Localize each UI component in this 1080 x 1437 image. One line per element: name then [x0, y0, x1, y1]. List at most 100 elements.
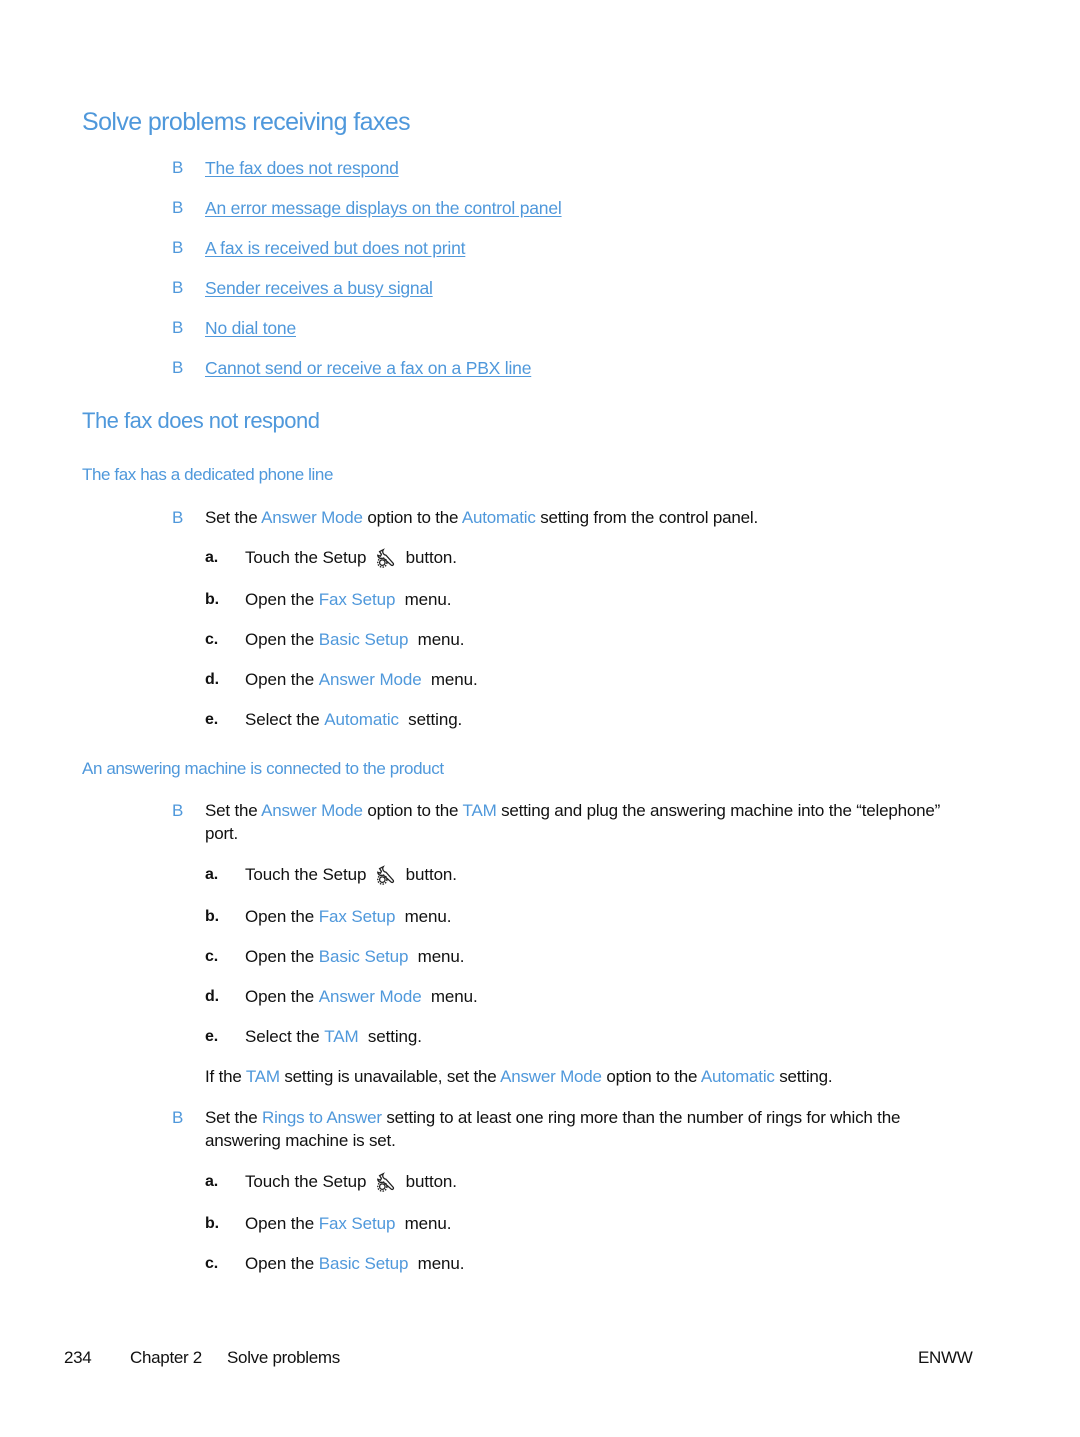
text: menu. — [413, 1254, 465, 1273]
keyword: Fax Setup — [318, 1214, 396, 1233]
keyword: Answer Mode — [261, 801, 363, 820]
paragraph-text: Set the Rings to Answer setting to at le… — [205, 1106, 962, 1152]
keyword: TAM — [245, 1067, 280, 1086]
setup-wrench-gear-icon — [375, 547, 397, 569]
step-label: d. — [205, 671, 220, 688]
paragraph-text: Set the Answer Mode option to the Automa… — [205, 506, 962, 529]
step-label: c. — [205, 948, 219, 965]
bullet-paragraph: B Set the Answer Mode option to the TAM … — [172, 799, 962, 845]
text: Set the — [205, 508, 262, 527]
text: menu. — [413, 630, 465, 649]
text: option to the — [362, 801, 463, 820]
bullet-marker: B — [172, 358, 184, 377]
step-label: e. — [205, 711, 219, 728]
step-label: a. — [205, 1173, 219, 1190]
text: Open the — [245, 1214, 319, 1233]
section-heading: The fax does not respond — [82, 408, 320, 433]
subsection-heading-answering-machine: An answering machine is connected to the… — [82, 759, 444, 778]
bullet-marker: B — [172, 158, 184, 177]
text: button. — [401, 1172, 457, 1191]
text: menu. — [399, 1214, 452, 1233]
text: setting. — [363, 1027, 422, 1046]
toc-link-pbx-line[interactable]: Cannot send or receive a fax on a PBX li… — [205, 358, 531, 379]
step-item: a. Touch the Setup button. — [205, 547, 457, 569]
step-item: d. Open the Answer Mode menu. — [205, 670, 478, 690]
toc-link-fax-not-print[interactable]: A fax is received but does not print — [205, 238, 466, 259]
toc-link-busy-signal[interactable]: Sender receives a busy signal — [205, 278, 433, 299]
text: menu. — [426, 670, 478, 689]
toc-list: B The fax does not respond B An error mess… — [172, 158, 562, 398]
text: Touch the Setup — [245, 1172, 371, 1191]
text: Open the — [245, 947, 319, 966]
text: menu. — [426, 987, 478, 1006]
keyword: Answer Mode — [318, 987, 422, 1006]
text: option to the — [601, 1067, 701, 1086]
text: menu. — [399, 590, 452, 609]
step-item: b. Open the Fax Setup menu. — [205, 907, 451, 927]
step-item: b. Open the Fax Setup menu. — [205, 590, 451, 610]
toc-item: B Cannot send or receive a fax on a PBX l… — [172, 358, 562, 398]
bullet-paragraph: B Set the Rings to Answer setting to at … — [172, 1106, 962, 1152]
text: Set the — [205, 801, 262, 820]
text: Open the — [245, 590, 319, 609]
keyword: Rings to Answer — [262, 1108, 382, 1127]
bullet-marker: B — [172, 318, 184, 337]
text: menu. — [399, 907, 452, 926]
step-item: c. Open the Basic Setup menu. — [205, 630, 464, 650]
step-label: b. — [205, 591, 220, 608]
keyword: Basic Setup — [318, 947, 409, 966]
locale-code: ENWW — [918, 1348, 973, 1367]
setup-wrench-gear-icon — [375, 864, 397, 886]
toc-link-no-dial-tone[interactable]: No dial tone — [205, 318, 296, 339]
chapter-label: Chapter 2 — [130, 1348, 202, 1367]
toc-item: B The fax does not respond — [172, 158, 562, 198]
toc-link-fax-not-respond[interactable]: The fax does not respond — [205, 158, 399, 179]
bullet-paragraph: B Set the Answer Mode option to the Auto… — [172, 506, 962, 529]
step-label: c. — [205, 631, 219, 648]
text: setting. — [774, 1067, 833, 1086]
text: Open the — [245, 1254, 319, 1273]
step-item: a. Touch the Setup button. — [205, 864, 457, 886]
step-item: d. Open the Answer Mode menu. — [205, 987, 478, 1007]
bullet-marker: B — [172, 238, 184, 257]
keyword: Fax Setup — [318, 590, 396, 609]
text: setting from the control panel. — [535, 508, 758, 527]
toc-item: B An error message displays on the contro… — [172, 198, 562, 238]
page-title: Solve problems receiving faxes — [82, 108, 411, 136]
paragraph-text: Set the Answer Mode option to the TAM se… — [205, 799, 962, 845]
text: button. — [401, 548, 457, 567]
text: Touch the Setup — [245, 865, 371, 884]
step-item: c. Open the Basic Setup menu. — [205, 947, 464, 967]
keyword: Answer Mode — [261, 508, 363, 527]
text: Select the — [245, 1027, 325, 1046]
text: Open the — [245, 670, 319, 689]
text: menu. — [413, 947, 465, 966]
step-label: b. — [205, 908, 220, 925]
page-number: 234 — [64, 1348, 92, 1367]
chapter-title: Solve problems — [227, 1348, 340, 1367]
text: Open the — [245, 987, 319, 1006]
step-item: e. Select the Automatic setting. — [205, 710, 462, 730]
text: If the — [205, 1067, 246, 1086]
text: Touch the Setup — [245, 548, 371, 567]
keyword: Basic Setup — [318, 630, 409, 649]
text: Open the — [245, 630, 319, 649]
bullet-marker: B — [172, 508, 184, 527]
text: button. — [401, 865, 457, 884]
step-label: b. — [205, 1215, 220, 1232]
keyword: Automatic — [324, 710, 399, 729]
step-label: c. — [205, 1255, 219, 1272]
toc-item: B A fax is received but does not print — [172, 238, 562, 278]
step-item: a. Touch the Setup button. — [205, 1171, 457, 1193]
step-label: d. — [205, 988, 220, 1005]
step-item: c. Open the Basic Setup menu. — [205, 1254, 464, 1274]
text: setting is unavailable, set the — [279, 1067, 501, 1086]
toc-item: B Sender receives a busy signal — [172, 278, 562, 318]
toc-link-error-message[interactable]: An error message displays on the control… — [205, 198, 562, 219]
keyword: TAM — [462, 801, 497, 820]
note-paragraph: If the TAM setting is unavailable, set t… — [205, 1067, 833, 1087]
bullet-marker: B — [172, 198, 184, 217]
text: Set the — [205, 1108, 262, 1127]
toc-item: B No dial tone — [172, 318, 562, 358]
subsection-heading-dedicated-line: The fax has a dedicated phone line — [82, 465, 334, 484]
